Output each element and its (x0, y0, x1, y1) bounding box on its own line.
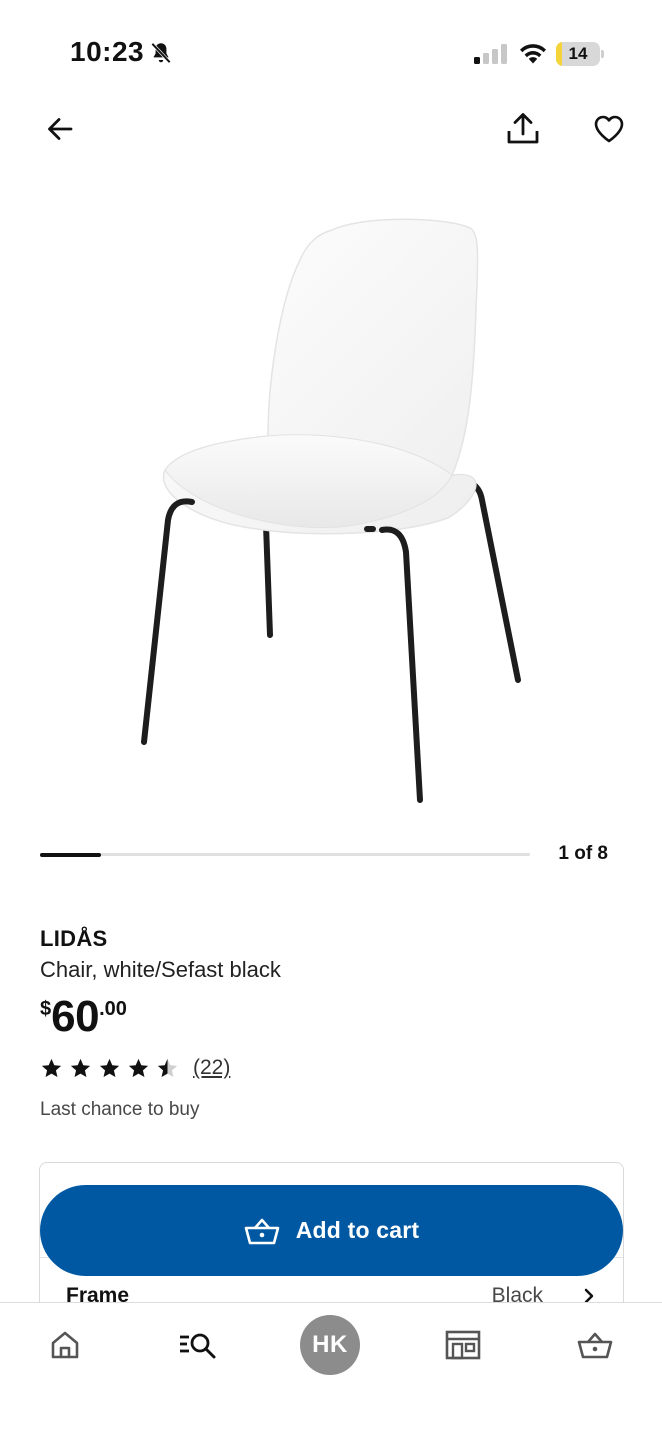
tab-home[interactable] (35, 1317, 95, 1373)
product-name: LIDÅS (40, 926, 108, 951)
carousel-progress-fill (40, 852, 102, 857)
product-image[interactable] (100, 200, 562, 820)
search-icon (180, 1333, 216, 1359)
carousel-progress (40, 852, 530, 857)
product-description: Chair, white/Sefast black (40, 957, 281, 982)
star-half-icon (157, 1058, 178, 1077)
tab-search[interactable] (168, 1317, 228, 1373)
tab-store[interactable] (433, 1317, 493, 1373)
rating-stars (40, 1057, 179, 1080)
availability-text: Last chance to buy (40, 1099, 200, 1120)
bell-off-icon (151, 42, 171, 64)
star-full-icon (128, 1058, 149, 1077)
profile-avatar[interactable]: HK (300, 1315, 360, 1375)
share-button[interactable] (499, 105, 547, 153)
star-full-icon (99, 1058, 120, 1077)
tab-cart[interactable] (565, 1317, 625, 1373)
status-time: 10:23 (70, 36, 145, 67)
rating[interactable]: (22) (40, 1056, 230, 1080)
favorite-button[interactable] (585, 105, 633, 153)
share-icon (507, 113, 539, 144)
bottom-tab-bar: HK (0, 1302, 662, 1440)
carousel-counter: 1 of 8 (558, 843, 608, 864)
heart-icon (594, 115, 624, 143)
add-to-cart-button[interactable]: Add to cart (40, 1185, 623, 1276)
battery-percent: 14 (568, 44, 588, 63)
star-full-icon (41, 1058, 62, 1077)
store-icon (445, 1330, 481, 1360)
wifi-icon (520, 44, 546, 64)
signal-icon (474, 44, 507, 64)
cart-icon (577, 1332, 613, 1359)
add-to-cart-label: Add to cart (295, 1217, 420, 1243)
star-full-icon (70, 1058, 91, 1077)
status-bar: 10:23 14 (0, 0, 662, 100)
price-integer: 60 (51, 992, 100, 1041)
price-decimal: .00 (99, 998, 127, 1020)
price-currency: $ (40, 998, 52, 1020)
home-icon (51, 1331, 79, 1359)
arrow-left-icon (48, 118, 73, 140)
battery-icon: 14 (556, 42, 604, 66)
cart-icon (244, 1218, 280, 1244)
product-price: $ 60 .00 (40, 993, 127, 1041)
review-count-link[interactable]: (22) (193, 1056, 230, 1080)
back-button[interactable] (36, 105, 84, 153)
